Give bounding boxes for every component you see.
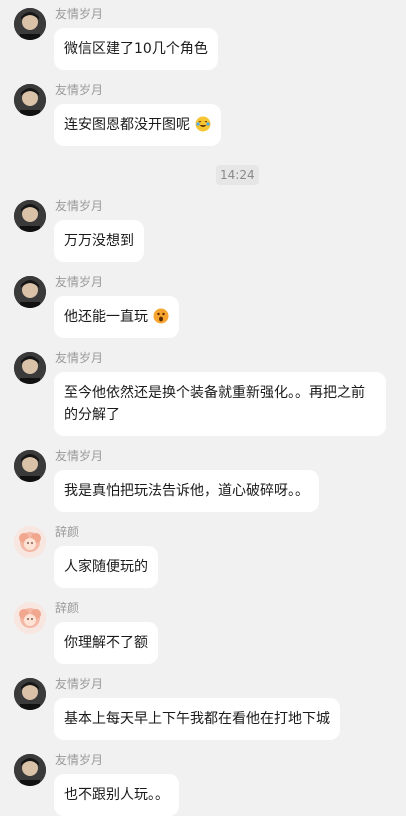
avatar[interactable] [14,678,46,710]
message-bubble[interactable]: 基本上每天早上下午我都在看他在打地下城 [54,698,340,740]
sender-name: 友情岁月 [55,275,104,289]
message-bubble[interactable]: 他还能一直玩 [54,296,180,338]
avatar[interactable] [14,200,46,232]
avatar[interactable] [14,276,46,308]
avatar[interactable] [14,526,46,558]
sender-name: 友情岁月 [55,677,104,691]
message-bubble[interactable]: 我是真怕把玩法告诉他，道心破碎呀。。 [54,470,319,512]
avatar[interactable] [14,8,46,40]
timestamp: 14:24 [216,165,259,185]
message-bubble[interactable]: 人家随便玩的 [54,546,158,588]
message-text: 我是真怕把玩法告诉他，道心破碎呀。。 [64,483,309,499]
sender-name: 友情岁月 [55,351,104,365]
message-text: 人家随便玩的 [64,559,148,575]
message-bubble[interactable]: 微信区建了10几个角色 [54,28,218,70]
laughing-tears-emoji-icon [195,116,211,132]
sender-name: 友情岁月 [55,753,104,767]
message-text: 微信区建了10几个角色 [64,41,208,57]
message-bubble[interactable]: 也不跟别人玩。。 [54,774,179,816]
sender-name: 友情岁月 [55,449,104,463]
sender-name: 辞颜 [55,525,80,539]
avatar[interactable] [14,450,46,482]
sender-name: 友情岁月 [55,83,104,97]
message-text: 也不跟别人玩。。 [64,787,169,803]
sender-name: 友情岁月 [55,199,104,213]
message-bubble[interactable]: 至今他依然还是换个装备就重新强化。。再把之前的分解了 [54,372,386,436]
surprised-emoji-icon [153,308,169,324]
sender-name: 辞颜 [55,601,80,615]
message-text: 连安图恩都没开图呢 [64,117,190,133]
message-text: 至今他依然还是换个装备就重新强化。。再把之前的分解了 [64,385,365,423]
avatar[interactable] [14,602,46,634]
message-bubble[interactable]: 万万没想到 [54,220,144,262]
message-text: 基本上每天早上下午我都在看他在打地下城 [64,711,330,727]
chat-message-list[interactable]: 友情岁月 微信区建了10几个角色 友情岁月 连安图恩都没开图呢 14:24 友情… [0,0,406,816]
avatar[interactable] [14,352,46,384]
message-bubble[interactable]: 连安图恩都没开图呢 [54,104,222,146]
message-text: 他还能一直玩 [64,309,148,325]
message-text: 你理解不了额 [64,635,148,651]
avatar[interactable] [14,84,46,116]
message-text: 万万没想到 [64,233,134,249]
sender-name: 友情岁月 [55,7,104,21]
message-bubble[interactable]: 你理解不了额 [54,622,158,664]
avatar[interactable] [14,754,46,786]
